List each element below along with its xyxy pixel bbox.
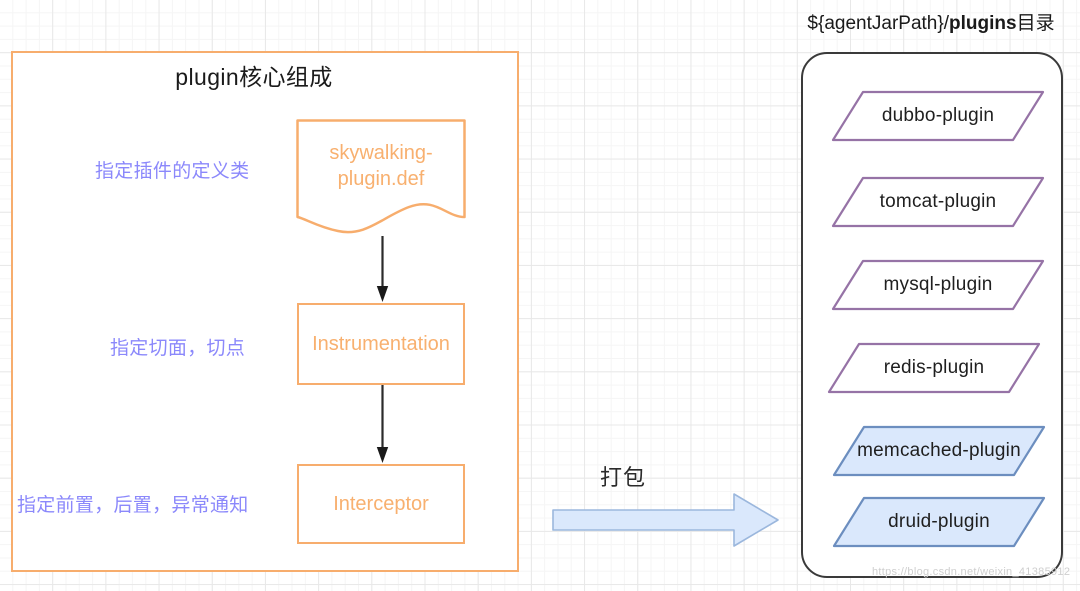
block-arrow-right-icon [552,492,780,553]
plugin-item-memcached[interactable]: memcached-plugin [832,425,1046,477]
right-panel-title-suffix: 目录 [1016,13,1055,34]
right-panel-title: ${agentJarPath}/plugins目录 [783,8,1079,35]
annotation-advice: 指定前置，后置，异常通知 [17,495,249,516]
arrow-def-to-instrumentation [376,236,389,309]
diagram-canvas: plugin核心组成 指定插件的定义类 指定切面，切点 指定前置，后置，异常通知… [0,0,1080,591]
right-panel-title-bold: plugins [949,13,1017,34]
plugin-label: mysql-plugin [883,274,993,295]
plugin-label: tomcat-plugin [879,191,997,212]
annotation-define-class: 指定插件的定义类 [95,161,250,182]
plugin-label: druid-plugin [888,511,990,532]
plugin-item-druid[interactable]: druid-plugin [832,496,1046,548]
plugin-item-dubbo[interactable]: dubbo-plugin [831,90,1045,142]
plugin-label: dubbo-plugin [881,105,995,126]
right-panel-title-prefix: ${agentJarPath}/ [807,13,949,34]
plugin-item-tomcat[interactable]: tomcat-plugin [831,176,1045,228]
package-arrow-label: 打包 [600,465,647,490]
plugin-item-redis[interactable]: redis-plugin [827,342,1041,394]
watermark: https://blog.csdn.net/weixin_41385912 [872,566,1071,578]
box-instrumentation: Instrumentation [297,303,465,385]
box-interceptor: Interceptor [297,464,465,544]
box-interceptor-label: Interceptor [333,492,429,515]
plugin-label: memcached-plugin [857,440,1021,461]
annotation-aspect-pointcut: 指定切面，切点 [110,338,246,359]
document-shape-label: skywalking- plugin.def [296,140,466,192]
document-label-line1: skywalking- [329,142,433,164]
box-instrumentation-label: Instrumentation [312,332,450,355]
left-panel-title: plugin核心组成 [175,64,333,90]
document-label-line2: plugin.def [337,168,425,190]
plugin-item-mysql[interactable]: mysql-plugin [831,259,1045,311]
plugin-label: redis-plugin [883,357,985,378]
arrow-instrumentation-to-interceptor [376,385,389,470]
